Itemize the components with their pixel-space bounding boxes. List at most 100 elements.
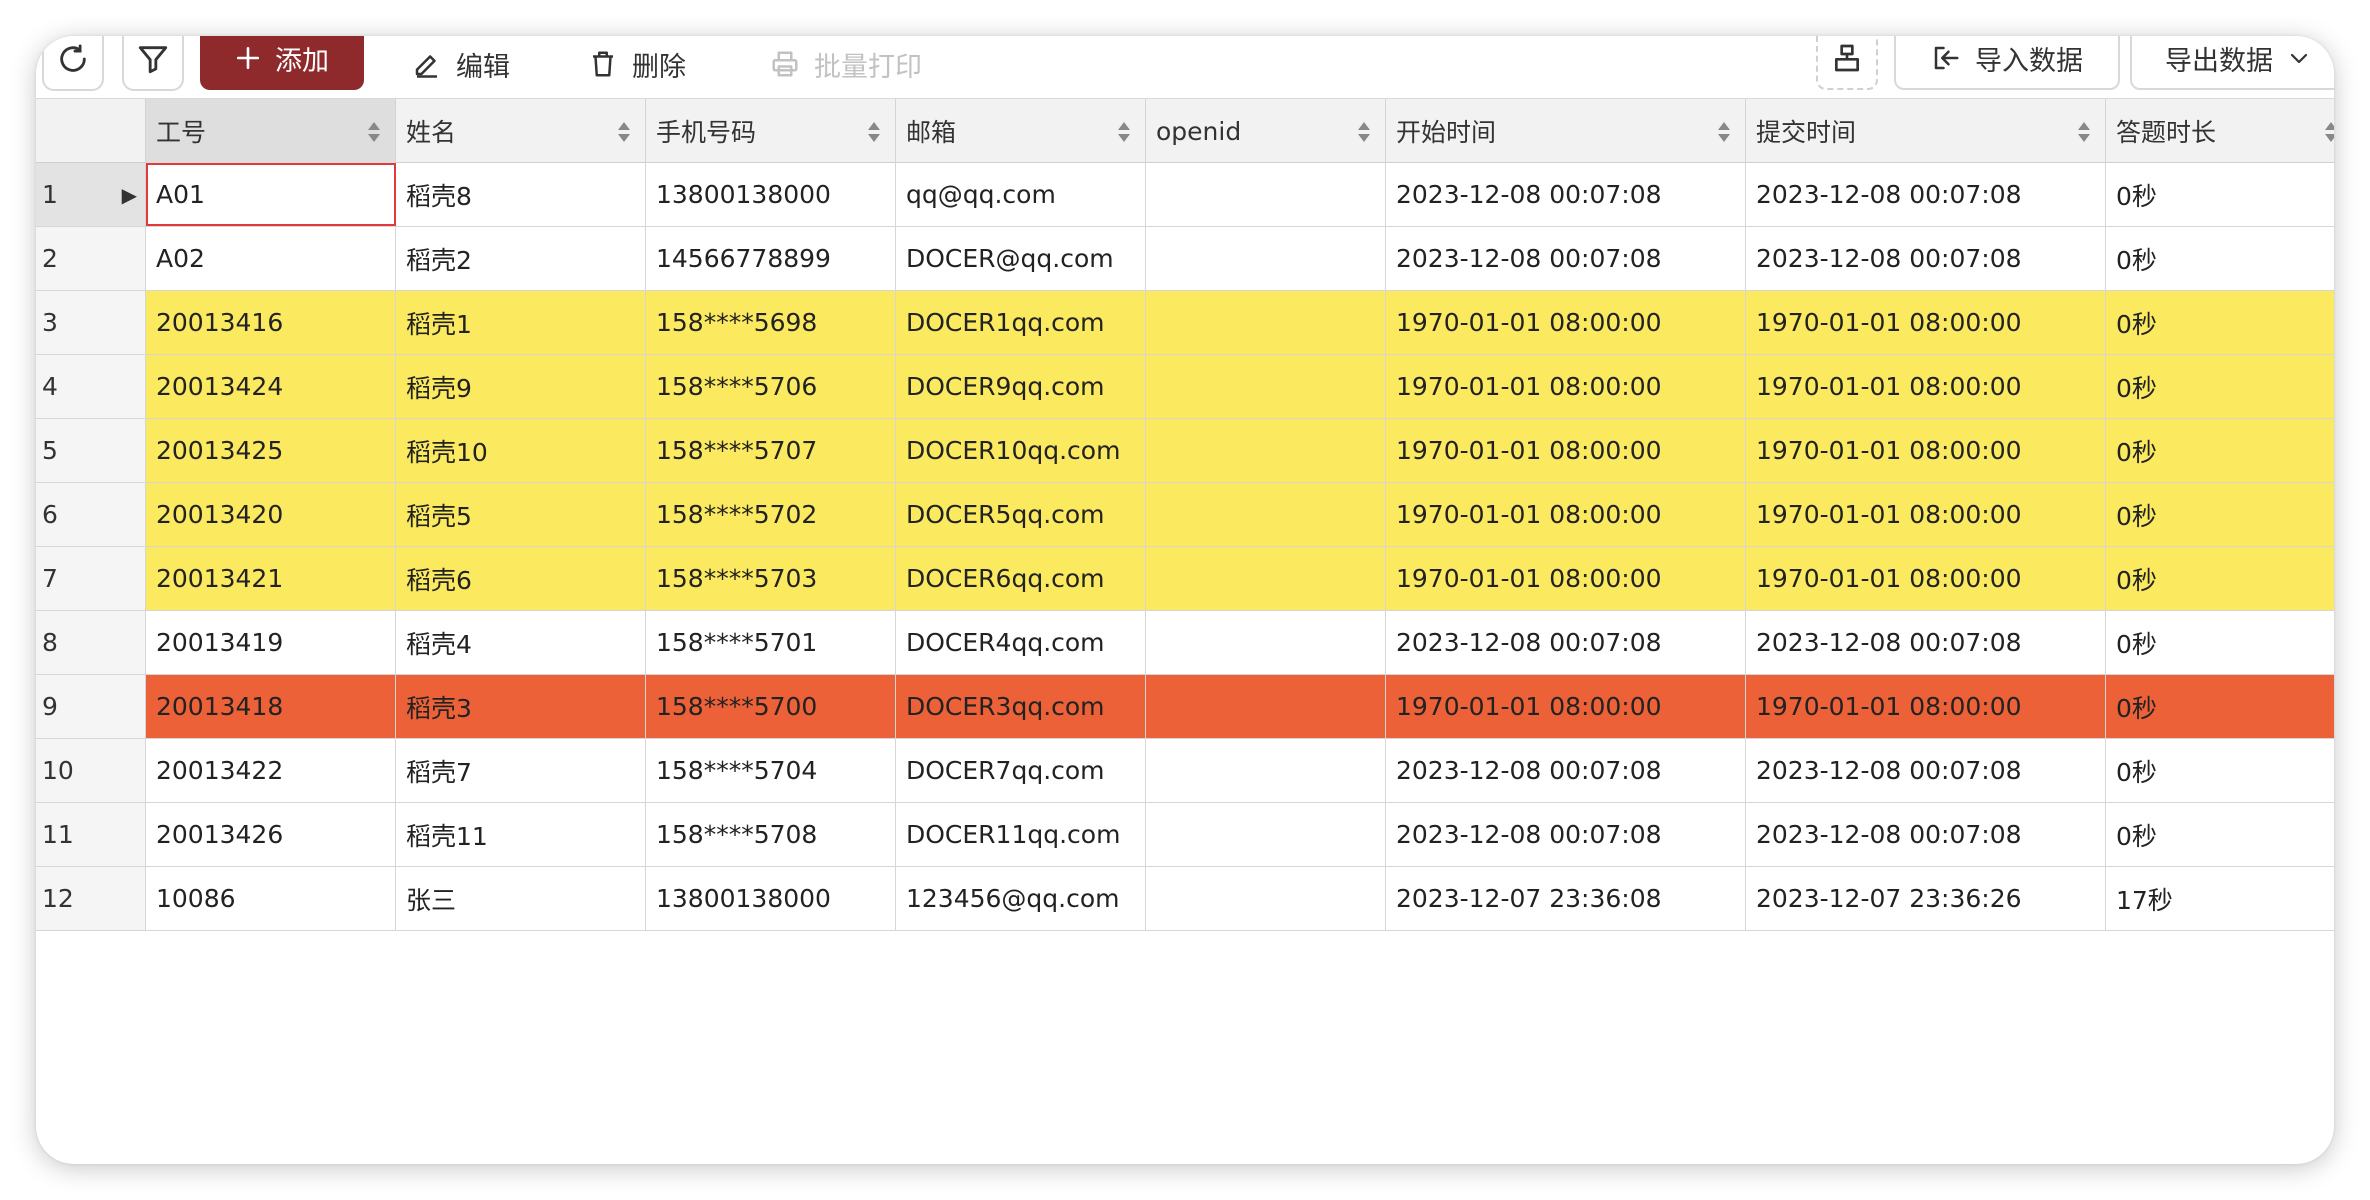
cell-duration[interactable]: 17秒: [2106, 867, 2334, 930]
cell-email[interactable]: DOCER5qq.com: [896, 483, 1146, 546]
sort-icon[interactable]: [1357, 121, 1371, 143]
column-header-submit-time[interactable]: 提交时间: [1746, 99, 2106, 163]
row-number[interactable]: 9: [36, 675, 146, 738]
cell-openid[interactable]: [1146, 419, 1386, 482]
cell-submit-time[interactable]: 1970-01-01 08:00:00: [1746, 483, 2106, 546]
table-row[interactable]: 5 20013425 稻壳10 158****5707 DOCER10qq.com 197…: [36, 419, 2334, 483]
cell-name[interactable]: 稻壳9: [396, 355, 646, 418]
refresh-button[interactable]: [42, 36, 104, 91]
sort-icon[interactable]: [2077, 121, 2091, 143]
row-number[interactable]: 5: [36, 419, 146, 482]
cell-phone[interactable]: 158****5708: [646, 803, 896, 866]
cell-phone[interactable]: 14566778899: [646, 227, 896, 290]
sort-icon[interactable]: [1117, 121, 1131, 143]
row-number[interactable]: 6: [36, 483, 146, 546]
table-row[interactable]: 6 20013420 稻壳5 158****5702 DOCER5qq.com 1970-…: [36, 483, 2334, 547]
sort-icon[interactable]: [1717, 121, 1731, 143]
cell-phone[interactable]: 158****5698: [646, 291, 896, 354]
row-number[interactable]: 10: [36, 739, 146, 802]
cell-openid[interactable]: [1146, 803, 1386, 866]
cell-employee-id[interactable]: 20013425: [146, 419, 396, 482]
cell-start-time[interactable]: 1970-01-01 08:00:00: [1386, 483, 1746, 546]
cell-openid[interactable]: [1146, 547, 1386, 610]
sort-icon[interactable]: [867, 121, 881, 143]
sort-icon[interactable]: [617, 121, 631, 143]
column-header-openid[interactable]: openid: [1146, 99, 1386, 163]
cell-phone[interactable]: 13800138000: [646, 867, 896, 930]
cell-duration[interactable]: 0秒: [2106, 739, 2334, 802]
column-header-phone[interactable]: 手机号码: [646, 99, 896, 163]
cell-email[interactable]: DOCER9qq.com: [896, 355, 1146, 418]
cell-employee-id[interactable]: 10086: [146, 867, 396, 930]
table-row[interactable]: 11 20013426 稻壳11 158****5708 DOCER11qq.com 20…: [36, 803, 2334, 867]
cell-email[interactable]: DOCER7qq.com: [896, 739, 1146, 802]
row-number[interactable]: 7: [36, 547, 146, 610]
table-row[interactable]: 9 20013418 稻壳3 158****5700 DOCER3qq.com 1970-…: [36, 675, 2334, 739]
cell-start-time[interactable]: 2023-12-08 00:07:08: [1386, 611, 1746, 674]
edit-button[interactable]: 编辑: [412, 36, 510, 92]
cell-name[interactable]: 稻壳4: [396, 611, 646, 674]
cell-duration[interactable]: 0秒: [2106, 803, 2334, 866]
cell-name[interactable]: 稻壳8: [396, 163, 646, 226]
cell-name[interactable]: 稻壳3: [396, 675, 646, 738]
cell-phone[interactable]: 158****5702: [646, 483, 896, 546]
cell-start-time[interactable]: 1970-01-01 08:00:00: [1386, 355, 1746, 418]
cell-submit-time[interactable]: 1970-01-01 08:00:00: [1746, 291, 2106, 354]
table-row[interactable]: 8 20013419 稻壳4 158****5701 DOCER4qq.com 2023-…: [36, 611, 2334, 675]
cell-openid[interactable]: [1146, 611, 1386, 674]
cell-openid[interactable]: [1146, 675, 1386, 738]
cell-submit-time[interactable]: 2023-12-08 00:07:08: [1746, 739, 2106, 802]
cell-duration[interactable]: 0秒: [2106, 291, 2334, 354]
cell-employee-id[interactable]: 20013420: [146, 483, 396, 546]
cell-duration[interactable]: 0秒: [2106, 355, 2334, 418]
cell-phone[interactable]: 13800138000: [646, 163, 896, 226]
cell-name[interactable]: 稻壳11: [396, 803, 646, 866]
cell-openid[interactable]: [1146, 739, 1386, 802]
cell-email[interactable]: qq@qq.com: [896, 163, 1146, 226]
table-row[interactable]: 7 20013421 稻壳6 158****5703 DOCER6qq.com 1970-…: [36, 547, 2334, 611]
cell-openid[interactable]: [1146, 867, 1386, 930]
cell-employee-id[interactable]: A01: [146, 163, 396, 226]
column-header-email[interactable]: 邮箱: [896, 99, 1146, 163]
cell-email[interactable]: DOCER11qq.com: [896, 803, 1146, 866]
filter-button[interactable]: [122, 36, 184, 91]
sort-icon[interactable]: [2324, 121, 2334, 143]
export-dropdown[interactable]: 导出数据: [2130, 36, 2334, 90]
row-number[interactable]: 11: [36, 803, 146, 866]
cell-submit-time[interactable]: 1970-01-01 08:00:00: [1746, 355, 2106, 418]
cell-employee-id[interactable]: 20013416: [146, 291, 396, 354]
cell-start-time[interactable]: 1970-01-01 08:00:00: [1386, 419, 1746, 482]
batch-print-button[interactable]: 批量打印: [770, 36, 922, 92]
cell-openid[interactable]: [1146, 291, 1386, 354]
row-number[interactable]: 8: [36, 611, 146, 674]
cell-submit-time[interactable]: 2023-12-08 00:07:08: [1746, 803, 2106, 866]
row-number[interactable]: 12: [36, 867, 146, 930]
row-number[interactable]: 1 ▶: [36, 163, 146, 226]
cell-name[interactable]: 稻壳1: [396, 291, 646, 354]
sort-icon[interactable]: [367, 121, 381, 143]
cell-openid[interactable]: [1146, 483, 1386, 546]
cell-duration[interactable]: 0秒: [2106, 419, 2334, 482]
row-number[interactable]: 4: [36, 355, 146, 418]
cell-duration[interactable]: 0秒: [2106, 483, 2334, 546]
cell-submit-time[interactable]: 2023-12-08 00:07:08: [1746, 611, 2106, 674]
cell-duration[interactable]: 0秒: [2106, 611, 2334, 674]
cell-start-time[interactable]: 2023-12-08 00:07:08: [1386, 163, 1746, 226]
cell-employee-id[interactable]: 20013426: [146, 803, 396, 866]
cell-employee-id[interactable]: 20013424: [146, 355, 396, 418]
table-row[interactable]: 2 A02 稻壳2 14566778899 DOCER@qq.com 2023-12-08…: [36, 227, 2334, 291]
cell-submit-time[interactable]: 2023-12-08 00:07:08: [1746, 163, 2106, 226]
cell-start-time[interactable]: 2023-12-07 23:36:08: [1386, 867, 1746, 930]
column-header-name[interactable]: 姓名: [396, 99, 646, 163]
cell-start-time[interactable]: 1970-01-01 08:00:00: [1386, 291, 1746, 354]
cell-name[interactable]: 稻壳10: [396, 419, 646, 482]
cell-name[interactable]: 稻壳5: [396, 483, 646, 546]
cell-start-time[interactable]: 2023-12-08 00:07:08: [1386, 739, 1746, 802]
cell-start-time[interactable]: 2023-12-08 00:07:08: [1386, 803, 1746, 866]
cell-duration[interactable]: 0秒: [2106, 675, 2334, 738]
cell-submit-time[interactable]: 1970-01-01 08:00:00: [1746, 547, 2106, 610]
cell-phone[interactable]: 158****5701: [646, 611, 896, 674]
import-button[interactable]: 导入数据: [1894, 36, 2120, 90]
cell-openid[interactable]: [1146, 355, 1386, 418]
org-structure-button[interactable]: [1816, 36, 1878, 90]
